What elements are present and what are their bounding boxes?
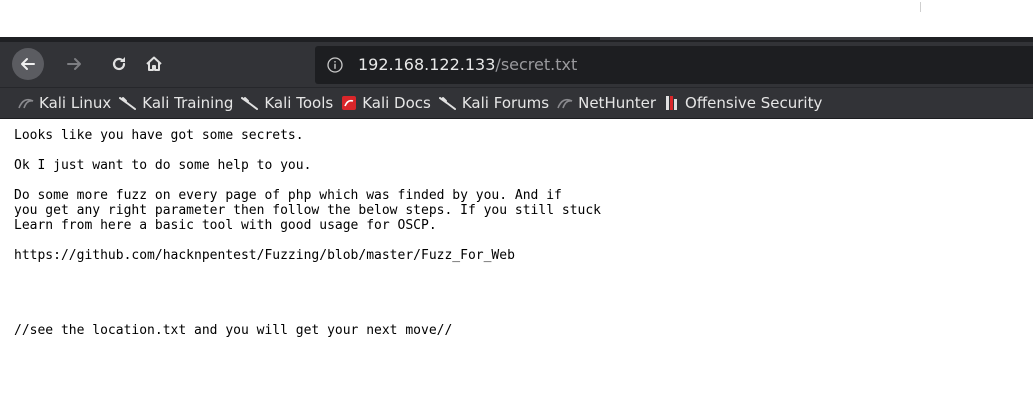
forward-button[interactable]	[60, 50, 88, 78]
window-top-margin	[0, 0, 1033, 37]
address-bar[interactable]: 192.168.122.133/secret.txt	[315, 46, 1033, 84]
text-line: Ok I just want to do some help to you.	[14, 158, 312, 173]
bookmark-kali-training[interactable]: Kali Training	[116, 88, 238, 118]
bookmarks-toolbar: Kali Linux Kali Training Kali Tools Kali…	[0, 88, 1033, 119]
kali-dragon-icon	[241, 97, 259, 110]
kali-dragon-icon	[438, 97, 456, 110]
bookmark-label: Kali Linux	[39, 94, 112, 112]
text-line: Looks like you have got some secrets.	[14, 128, 304, 143]
kali-dragon-icon	[119, 97, 137, 110]
text-line: Learn from here a basic tool with good u…	[14, 218, 437, 233]
back-button[interactable]	[12, 48, 44, 80]
arrow-left-icon	[21, 58, 35, 70]
bookmark-label: Kali Training	[142, 94, 234, 112]
bookmark-kali-tools[interactable]: Kali Tools	[238, 88, 338, 118]
text-line: Do some more fuzz on every page of php w…	[14, 188, 562, 203]
bookmark-kali-linux[interactable]: Kali Linux	[0, 88, 116, 118]
text-line: //see the location.txt and you will get …	[14, 323, 453, 338]
bookmark-label: NetHunter	[578, 94, 657, 112]
active-tab-edge	[600, 37, 900, 40]
text-line: you get any right parameter then follow …	[14, 203, 601, 218]
bookmark-nethunter[interactable]: NetHunter	[554, 88, 661, 118]
kali-dragon-icon	[18, 98, 34, 109]
bookmark-label: Kali Docs	[362, 94, 431, 112]
reload-button[interactable]	[105, 50, 133, 78]
url-path: /secret.txt	[495, 55, 578, 74]
bookmark-label: Kali Forums	[461, 94, 550, 112]
kali-docs-icon	[342, 96, 357, 110]
arrow-right-icon	[67, 58, 81, 70]
github-url-text: https://github.com/hacknpentest/Fuzzing/…	[14, 248, 515, 263]
home-button[interactable]	[140, 50, 168, 78]
offsec-icon	[666, 96, 678, 110]
bookmark-kali-docs[interactable]: Kali Docs	[338, 88, 436, 118]
bookmark-kali-forums[interactable]: Kali Forums	[436, 88, 554, 118]
bookmark-offensive-security[interactable]: Offensive Security	[661, 88, 827, 118]
reload-icon	[112, 57, 126, 71]
nethunter-icon	[557, 98, 573, 109]
home-icon	[146, 56, 162, 71]
url-host: 192.168.122.133	[358, 55, 496, 74]
info-icon[interactable]	[327, 57, 343, 73]
bookmark-label: Kali Tools	[264, 94, 334, 112]
url-text[interactable]: 192.168.122.133/secret.txt	[358, 46, 577, 84]
navigation-toolbar: 192.168.122.133/secret.txt	[0, 42, 1033, 88]
divider	[920, 2, 921, 12]
bookmark-label: Offensive Security	[685, 94, 823, 112]
page-content: Looks like you have got some secrets. Ok…	[14, 128, 1024, 338]
